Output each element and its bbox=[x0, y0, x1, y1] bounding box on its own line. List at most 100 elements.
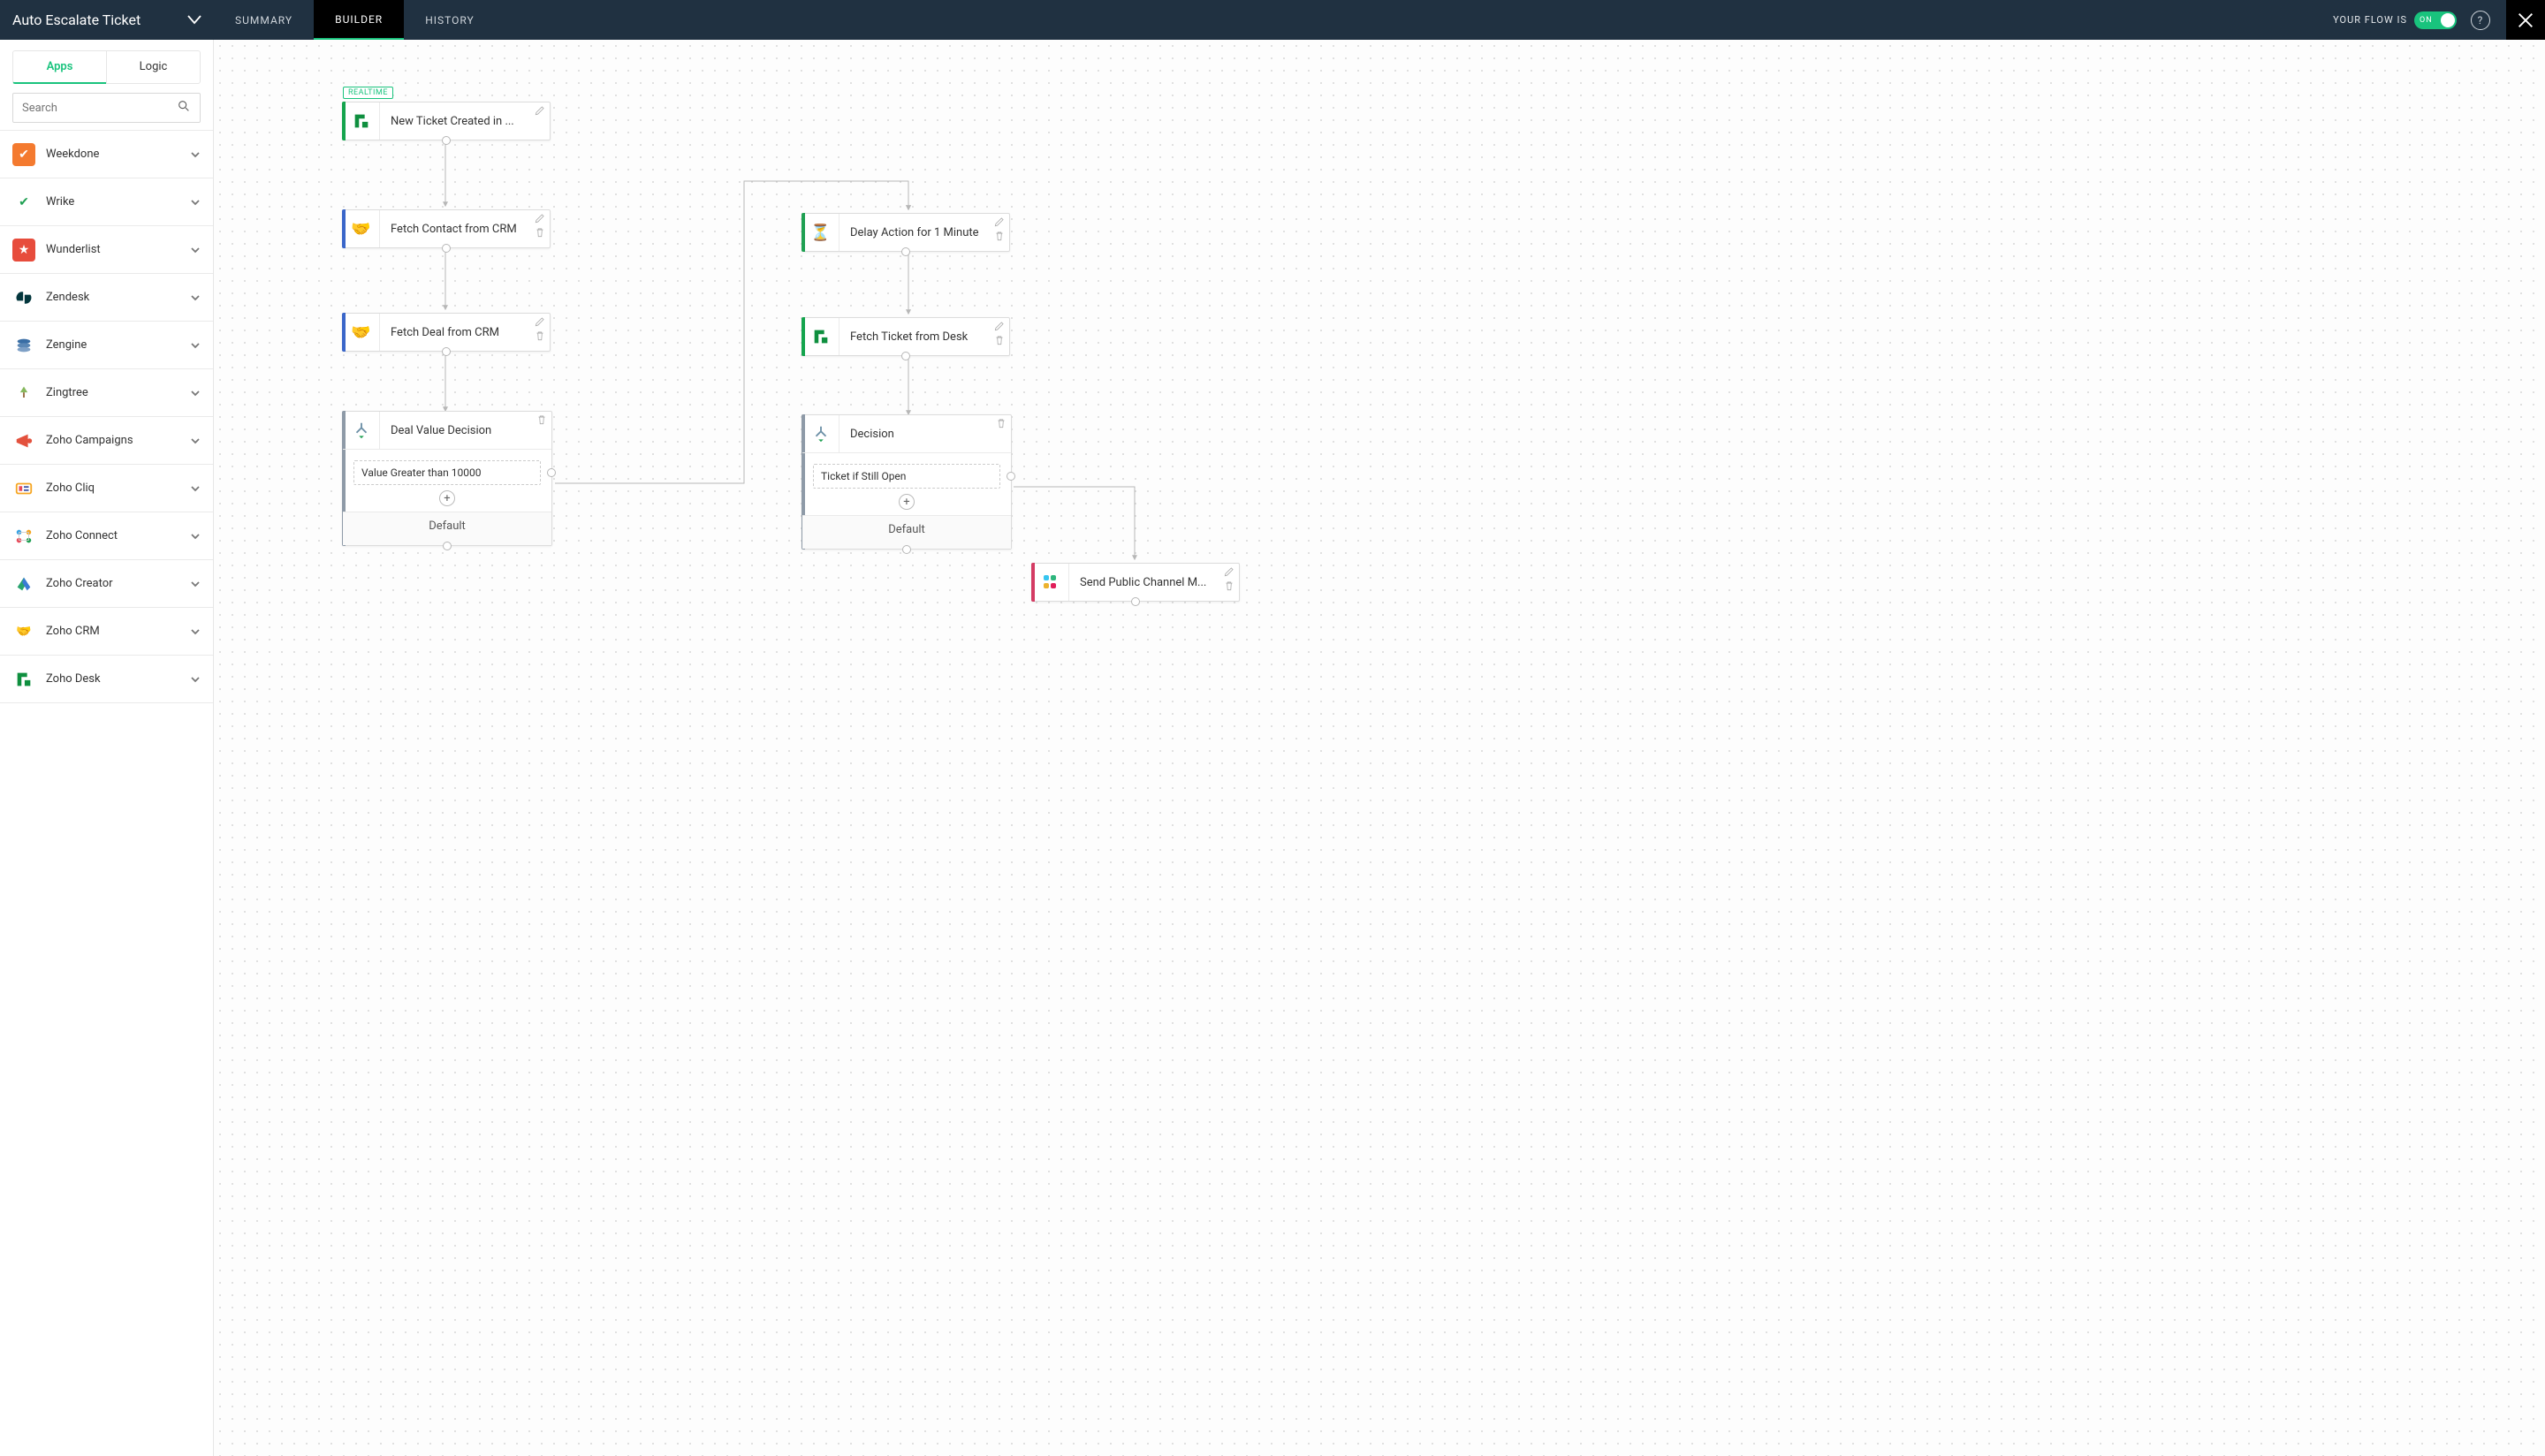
condition-label: Value Greater than 10000 bbox=[361, 466, 482, 479]
port-bottom[interactable] bbox=[442, 136, 451, 145]
chevron-down-icon bbox=[190, 292, 201, 303]
app-item-label: Zendesk bbox=[46, 291, 179, 304]
zoho-connect-icon bbox=[12, 525, 35, 548]
chevron-down-icon bbox=[190, 436, 201, 446]
trash-icon[interactable] bbox=[534, 330, 546, 342]
app-item-zingtree[interactable]: Zingtree bbox=[0, 369, 213, 417]
app-item-zendesk[interactable]: Zendesk bbox=[0, 274, 213, 322]
zoho-crm-icon: 🤝 bbox=[12, 620, 35, 643]
zoho-crm-icon: 🤝 bbox=[343, 210, 380, 247]
chevron-down-icon bbox=[190, 197, 201, 208]
default-label: Default bbox=[429, 519, 466, 533]
flow-status: YOUR FLOW IS ON ? bbox=[2333, 0, 2506, 40]
app-item-zengine[interactable]: Zengine bbox=[0, 322, 213, 369]
app-list: ✔ Weekdone ✔ Wrike ★ Wunderlist Zendesk bbox=[0, 130, 213, 1456]
topbar: Auto Escalate Ticket SUMMARY BUILDER HIS… bbox=[0, 0, 2545, 40]
app-item-zoho-cliq[interactable]: Zoho Cliq bbox=[0, 465, 213, 512]
app-item-zoho-campaigns[interactable]: Zoho Campaigns bbox=[0, 417, 213, 465]
app-item-label: Wunderlist bbox=[46, 243, 179, 256]
node-deal-value-decision[interactable]: Deal Value Decision Value Greater than 1… bbox=[342, 411, 552, 546]
toggle-on-label: ON bbox=[2420, 16, 2433, 25]
app-item-zoho-connect[interactable]: Zoho Connect bbox=[0, 512, 213, 560]
app-item-label: Zoho Creator bbox=[46, 577, 179, 590]
flow-toggle[interactable]: ON bbox=[2414, 11, 2457, 29]
chevron-down-icon bbox=[190, 483, 201, 494]
toggle-knob bbox=[2441, 13, 2455, 27]
tab-summary[interactable]: SUMMARY bbox=[214, 0, 314, 40]
node-title: New Ticket Created in ... bbox=[380, 115, 550, 128]
edit-icon[interactable] bbox=[534, 104, 546, 117]
trash-icon[interactable] bbox=[536, 413, 548, 426]
chevron-down-icon bbox=[190, 388, 201, 398]
app-item-label: Zoho CRM bbox=[46, 625, 179, 638]
edit-icon[interactable] bbox=[993, 216, 1006, 228]
app-item-wrike[interactable]: ✔ Wrike bbox=[0, 178, 213, 226]
app-item-weekdone[interactable]: ✔ Weekdone bbox=[0, 131, 213, 178]
zengine-icon bbox=[12, 334, 35, 357]
node-title: Fetch Contact from CRM bbox=[380, 223, 550, 236]
node-title: Delay Action for 1 Minute bbox=[839, 226, 1009, 239]
trash-icon[interactable] bbox=[534, 226, 546, 239]
app-item-zoho-crm[interactable]: 🤝 Zoho CRM bbox=[0, 608, 213, 656]
node-title: Fetch Deal from CRM bbox=[380, 326, 550, 339]
port-right[interactable] bbox=[1007, 472, 1015, 481]
edit-icon[interactable] bbox=[534, 212, 546, 224]
node-ticket-decision[interactable]: Decision Ticket if Still Open + Default bbox=[801, 414, 1012, 550]
zoho-desk-icon bbox=[12, 668, 35, 691]
zoho-desk-icon bbox=[343, 102, 380, 140]
port-bottom[interactable] bbox=[442, 347, 451, 356]
node-new-ticket-trigger[interactable]: REALTIME New Ticket Created in ... bbox=[342, 102, 551, 140]
sidebar-tab-logic[interactable]: Logic bbox=[106, 50, 201, 84]
node-delay-action[interactable]: ⏳ Delay Action for 1 Minute bbox=[801, 213, 1010, 252]
search-input[interactable] bbox=[22, 102, 177, 115]
help-button[interactable]: ? bbox=[2471, 11, 2490, 30]
decision-default[interactable]: Default bbox=[802, 515, 1011, 549]
node-fetch-contact[interactable]: 🤝 Fetch Contact from CRM bbox=[342, 209, 551, 248]
zoho-campaigns-icon bbox=[12, 429, 35, 452]
wunderlist-icon: ★ bbox=[12, 239, 35, 262]
trash-icon[interactable] bbox=[993, 334, 1006, 346]
app-item-label: Zoho Desk bbox=[46, 672, 179, 686]
flow-title-wrap[interactable]: Auto Escalate Ticket bbox=[0, 0, 214, 40]
app-item-zoho-desk[interactable]: Zoho Desk bbox=[0, 656, 213, 703]
canvas[interactable]: REALTIME New Ticket Created in ... 🤝 Fet… bbox=[214, 40, 2545, 1456]
app-item-zoho-creator[interactable]: Zoho Creator bbox=[0, 560, 213, 608]
node-send-slack-message[interactable]: Send Public Channel M... bbox=[1031, 563, 1240, 602]
chevron-down-icon bbox=[190, 340, 201, 351]
chevron-down-icon bbox=[190, 674, 201, 685]
port-right[interactable] bbox=[547, 468, 556, 477]
port-bottom[interactable] bbox=[443, 542, 452, 550]
decision-condition[interactable]: Value Greater than 10000 bbox=[353, 460, 541, 485]
edit-icon[interactable] bbox=[993, 320, 1006, 332]
port-bottom[interactable] bbox=[1131, 597, 1140, 606]
sidebar: Apps Logic ✔ Weekdone ✔ Wrike ★ Wunderli… bbox=[0, 40, 214, 1456]
tab-history[interactable]: HISTORY bbox=[404, 0, 496, 40]
zoho-cliq-icon bbox=[12, 477, 35, 500]
zoho-desk-icon bbox=[802, 318, 839, 355]
tab-builder[interactable]: BUILDER bbox=[314, 0, 404, 40]
app-item-label: Zoho Connect bbox=[46, 529, 179, 542]
node-title: Decision bbox=[839, 428, 1011, 441]
sidebar-tab-apps[interactable]: Apps bbox=[12, 50, 106, 84]
decision-condition[interactable]: Ticket if Still Open bbox=[813, 464, 1000, 489]
decision-default[interactable]: Default bbox=[343, 512, 551, 545]
port-bottom[interactable] bbox=[901, 247, 910, 256]
decision-icon bbox=[343, 412, 380, 449]
node-title: Deal Value Decision bbox=[380, 424, 551, 437]
edit-icon[interactable] bbox=[1223, 565, 1235, 578]
node-fetch-ticket[interactable]: Fetch Ticket from Desk bbox=[801, 317, 1010, 356]
app-item-wunderlist[interactable]: ★ Wunderlist bbox=[0, 226, 213, 274]
trash-icon[interactable] bbox=[995, 417, 1007, 429]
node-fetch-deal[interactable]: 🤝 Fetch Deal from CRM bbox=[342, 313, 551, 352]
trash-icon[interactable] bbox=[993, 230, 1006, 242]
add-condition-button[interactable]: + bbox=[439, 490, 455, 506]
port-bottom[interactable] bbox=[901, 352, 910, 360]
port-bottom[interactable] bbox=[442, 244, 451, 253]
trash-icon[interactable] bbox=[1223, 580, 1235, 592]
close-button[interactable] bbox=[2506, 0, 2545, 40]
realtime-badge: REALTIME bbox=[343, 87, 393, 99]
add-condition-button[interactable]: + bbox=[899, 494, 915, 510]
edit-icon[interactable] bbox=[534, 315, 546, 328]
port-bottom[interactable] bbox=[902, 545, 911, 554]
slack-icon bbox=[1032, 564, 1069, 601]
